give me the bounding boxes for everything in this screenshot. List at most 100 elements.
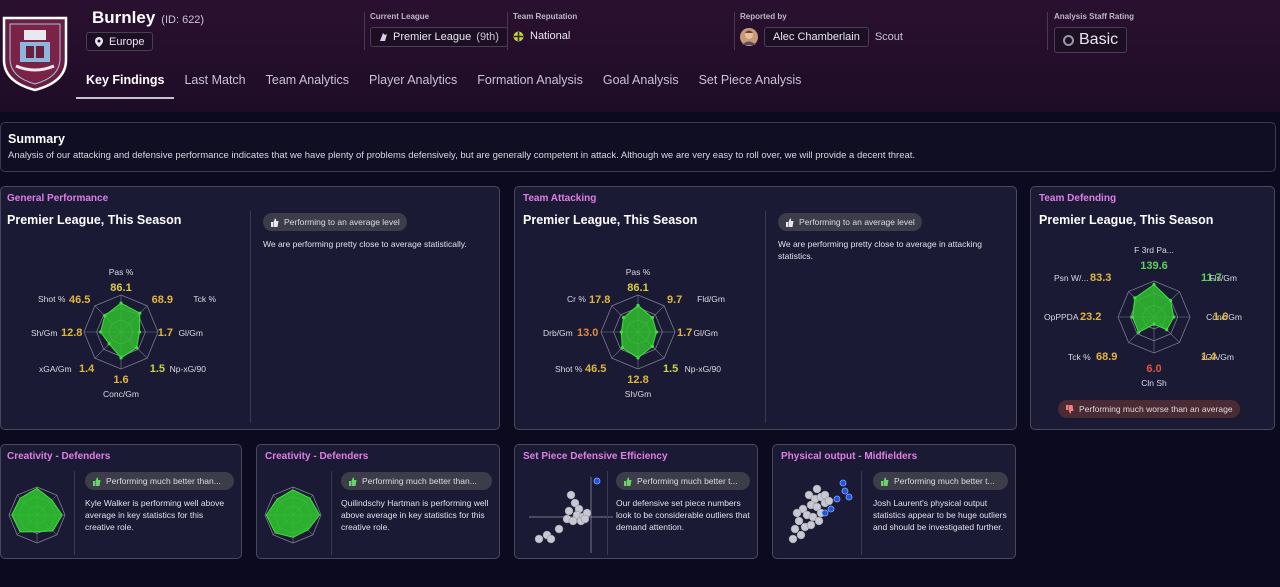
set-piece-defensive-efficiency-card[interactable]: Set Piece Defensive Efficiency Performin… bbox=[514, 444, 758, 559]
radar-metric: F 3rd Pa... 139.6 bbox=[1134, 245, 1174, 272]
card-description: Quilindschy Hartman is performing well a… bbox=[341, 498, 489, 532]
card-title: Physical output - Midfielders bbox=[781, 451, 918, 462]
radar-metric: Cln Sh 6.0 bbox=[1141, 363, 1167, 388]
current-league-position: (9th) bbox=[476, 31, 499, 43]
team-defending-radar: F 3rd Pa... 139.6 Fls/Gm11.7 Conc/Gm1.6 xGA/… bbox=[1044, 245, 1242, 388]
performance-badge: Performing to an average level bbox=[778, 213, 922, 231]
metric-value: 1.5 bbox=[150, 363, 165, 375]
metric-value: 9.7 bbox=[667, 294, 682, 306]
reporter-name: Alec Chamberlain bbox=[773, 31, 860, 43]
metric-label: Np-xG/90 bbox=[170, 364, 207, 374]
report-header: Burnley (ID: 622) Europe Current League P… bbox=[0, 0, 1280, 112]
card-description: Kyle Walker is performing well above ave… bbox=[85, 498, 225, 532]
metric-label: Sh/Gm bbox=[31, 328, 57, 338]
badge-text: Performing much worse than an average bbox=[1079, 404, 1233, 414]
general-performance-radar: Pas % 86.1 Tck % 68.9 Gl/Gm 1.7 Np-xG/90 1.5 Con… bbox=[31, 267, 217, 399]
card-description: Our defensive set piece numbers look to … bbox=[616, 498, 750, 532]
performance-badge: Performing much better t... bbox=[616, 472, 750, 490]
tab-last-match[interactable]: Last Match bbox=[174, 70, 255, 99]
staff-rating-label: Analysis Staff Rating bbox=[1054, 12, 1135, 21]
reporter-role: Scout bbox=[874, 31, 903, 43]
metric-value: 23.2 bbox=[1080, 311, 1101, 323]
radar-metric: Gl/Gm 1.7 bbox=[158, 327, 203, 339]
current-league-chip[interactable]: Premier League (9th) bbox=[370, 27, 508, 47]
tab-goal-analysis[interactable]: Goal Analysis bbox=[593, 70, 689, 99]
card-subtitle: Premier League, This Season bbox=[523, 213, 698, 227]
radar-metric: Sh/Gm 12.8 bbox=[31, 327, 82, 339]
radar-metric: Pas % 86.1 bbox=[109, 267, 134, 294]
card-title: General Performance bbox=[7, 193, 109, 204]
creativity-defenders-card-1[interactable]: Creativity - Defenders Performing much b… bbox=[0, 444, 242, 559]
reported-by-section: Reported by Alec Chamberlain Scout bbox=[740, 12, 903, 47]
tab-set-piece-analysis[interactable]: Set Piece Analysis bbox=[689, 70, 812, 99]
tab-team-analytics[interactable]: Team Analytics bbox=[256, 70, 359, 99]
radar-metric: Drb/Gm 13.0 bbox=[543, 327, 598, 339]
staff-rating-chip[interactable]: Basic bbox=[1054, 27, 1128, 53]
metric-value: 46.5 bbox=[69, 294, 90, 306]
tab-formation-analysis[interactable]: Formation Analysis bbox=[467, 70, 593, 99]
metric-label: Gl/Gm bbox=[693, 328, 718, 338]
metric-value: 13.0 bbox=[577, 327, 598, 339]
thumbs-up-icon bbox=[786, 218, 794, 227]
reputation-icon bbox=[513, 31, 524, 41]
current-league-label: Current League bbox=[370, 12, 430, 21]
location-pin-icon bbox=[95, 36, 103, 47]
badge-text: Performing to an average level bbox=[284, 217, 400, 227]
radar-metric: Tck % 68.9 bbox=[1068, 351, 1117, 363]
metric-label: Np-xG/90 bbox=[685, 364, 722, 374]
metric-label: Pas % bbox=[109, 267, 134, 277]
radar-metric: Tck % 68.9 bbox=[152, 294, 217, 306]
current-league-section: Current League Premier League (9th) bbox=[370, 12, 508, 47]
metric-label: F 3rd Pa... bbox=[1134, 245, 1174, 255]
team-reputation-section: Team Reputation National bbox=[513, 12, 577, 42]
metric-label: Shot % bbox=[38, 294, 66, 304]
card-title: Team Attacking bbox=[523, 193, 597, 204]
team-attacking-card[interactable]: Team Attacking Premier League, This Seas… bbox=[514, 186, 1017, 430]
metric-label: Cln Sh bbox=[1141, 378, 1167, 388]
creativity-defenders-card-2[interactable]: Creativity - Defenders Performing much b… bbox=[256, 444, 500, 559]
metric-label: OpPPDA bbox=[1044, 312, 1079, 322]
radar-metric: OpPPDA 23.2 bbox=[1044, 311, 1101, 323]
card-description: We are performing pretty close to averag… bbox=[778, 239, 982, 261]
reporter-name-chip[interactable]: Alec Chamberlain bbox=[764, 27, 869, 47]
performance-badge: Performing to an average level bbox=[263, 213, 407, 231]
region-chip[interactable]: Europe bbox=[86, 32, 154, 51]
radar-metric: Np-xG/90 1.5 bbox=[150, 363, 207, 375]
metric-value: 1.4 bbox=[79, 363, 95, 375]
metric-label: Conc/Gm bbox=[103, 389, 139, 399]
scout-avatar[interactable] bbox=[740, 28, 758, 46]
metric-value: 139.6 bbox=[1140, 260, 1168, 272]
metric-value: 6.0 bbox=[1146, 363, 1161, 375]
metric-value: 1.7 bbox=[158, 327, 173, 339]
tab-key-findings[interactable]: Key Findings bbox=[76, 70, 175, 99]
general-performance-card[interactable]: General Performance Premier League, This… bbox=[0, 186, 500, 430]
thumbs-up-icon bbox=[93, 477, 101, 486]
radar-metric: Pas % 86.1 bbox=[626, 267, 651, 294]
radar-metric: Sh/Gm 12.8 bbox=[625, 374, 651, 399]
radar-metric: Fld/Gm 9.7 bbox=[667, 294, 725, 306]
report-tabs: Key Findings Last Match Team Analytics P… bbox=[76, 70, 811, 99]
metric-value: 68.9 bbox=[152, 294, 173, 306]
badge-text: Performing much better t... bbox=[637, 476, 738, 486]
metric-label: Psn W/... bbox=[1054, 273, 1088, 283]
badge-text: Performing much better t... bbox=[894, 476, 995, 486]
performance-badge: Performing much better than... bbox=[85, 472, 234, 490]
club-name: Burnley (ID: 622) bbox=[92, 8, 205, 27]
team-defending-card[interactable]: Team Defending Premier League, This Seas… bbox=[1030, 186, 1275, 430]
tab-player-analytics[interactable]: Player Analytics bbox=[359, 70, 467, 99]
card-title: Creativity - Defenders bbox=[7, 451, 111, 462]
card-subtitle: Premier League, This Season bbox=[1039, 213, 1214, 227]
metric-value: 86.1 bbox=[110, 282, 131, 294]
metric-value: 1.5 bbox=[663, 363, 678, 375]
badge-text: Performing much better than... bbox=[362, 476, 477, 486]
thumbs-up-icon bbox=[271, 218, 279, 227]
physical-output-midfielders-card[interactable]: Physical output - Midfielders Performing… bbox=[772, 444, 1016, 559]
metric-label: Gl/Gm bbox=[178, 328, 203, 338]
thumbs-up-icon bbox=[349, 477, 357, 486]
performance-badge: Performing much worse than an average bbox=[1058, 400, 1240, 418]
metric-value: 17.8 bbox=[589, 294, 610, 306]
metric-label: Shot % bbox=[555, 364, 583, 374]
staff-rating-section: Analysis Staff Rating Basic bbox=[1054, 12, 1134, 53]
radar-metric: xGA/Gm 1.4 bbox=[39, 363, 95, 375]
metric-label: Drb/Gm bbox=[543, 328, 573, 338]
